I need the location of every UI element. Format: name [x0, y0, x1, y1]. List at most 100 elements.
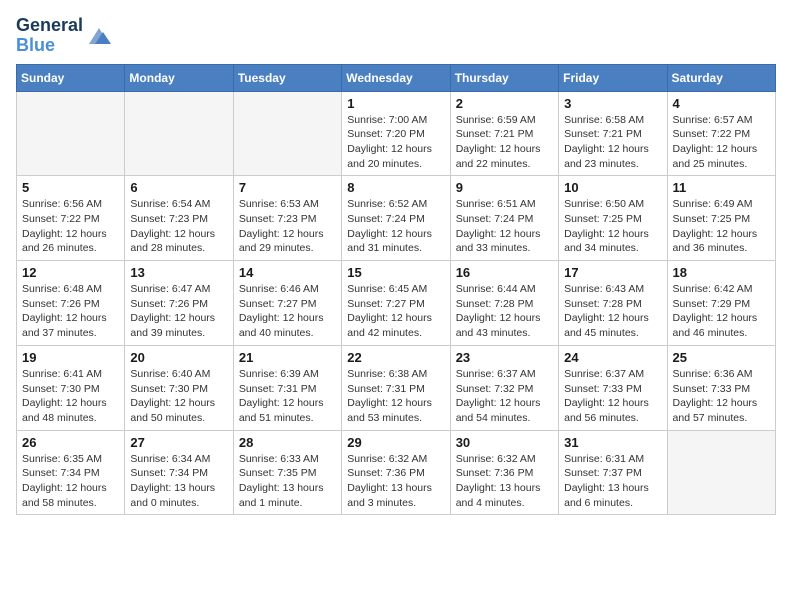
day-number: 16	[456, 265, 553, 280]
calendar-cell	[233, 91, 341, 176]
day-info: Sunrise: 6:33 AM Sunset: 7:35 PM Dayligh…	[239, 452, 336, 511]
day-number: 13	[130, 265, 227, 280]
day-number: 22	[347, 350, 444, 365]
day-number: 10	[564, 180, 661, 195]
day-info: Sunrise: 6:50 AM Sunset: 7:25 PM Dayligh…	[564, 197, 661, 256]
day-info: Sunrise: 6:36 AM Sunset: 7:33 PM Dayligh…	[673, 367, 770, 426]
day-number: 4	[673, 96, 770, 111]
calendar-cell: 7Sunrise: 6:53 AM Sunset: 7:23 PM Daylig…	[233, 176, 341, 261]
day-number: 15	[347, 265, 444, 280]
day-number: 6	[130, 180, 227, 195]
day-info: Sunrise: 6:32 AM Sunset: 7:36 PM Dayligh…	[456, 452, 553, 511]
calendar-cell: 3Sunrise: 6:58 AM Sunset: 7:21 PM Daylig…	[559, 91, 667, 176]
calendar-cell: 31 Sunrise: 6:31 AM Sunset: 7:37 PM Dayli…	[559, 430, 667, 515]
calendar-cell: 19Sunrise: 6:41 AM Sunset: 7:30 PM Dayli…	[17, 345, 125, 430]
calendar-cell: 21 Sunrise: 6:39 AM Sunset: 7:31 PM Dayli…	[233, 345, 341, 430]
day-info: Sunrise: 6:44 AM Sunset: 7:28 PM Dayligh…	[456, 282, 553, 341]
calendar-cell: 4 Sunrise: 6:57 AM Sunset: 7:22 PM Daylig…	[667, 91, 775, 176]
calendar-cell: 5 Sunrise: 6:56 AM Sunset: 7:22 PM Daylig…	[17, 176, 125, 261]
calendar-week-row: 26Sunrise: 6:35 AM Sunset: 7:34 PM Dayli…	[17, 430, 776, 515]
day-info: Sunrise: 6:31 AM Sunset: 7:37 PM Dayligh…	[564, 452, 661, 511]
calendar-cell: 1Sunrise: 7:00 AM Sunset: 7:20 PM Daylig…	[342, 91, 450, 176]
day-of-week-header: Thursday	[450, 64, 558, 91]
day-number: 24	[564, 350, 661, 365]
day-number: 23	[456, 350, 553, 365]
day-info: Sunrise: 6:39 AM Sunset: 7:31 PM Dayligh…	[239, 367, 336, 426]
day-info: Sunrise: 6:42 AM Sunset: 7:29 PM Dayligh…	[673, 282, 770, 341]
logo: GeneralBlue	[16, 16, 113, 56]
page-header: GeneralBlue	[16, 16, 776, 56]
day-info: Sunrise: 6:37 AM Sunset: 7:33 PM Dayligh…	[564, 367, 661, 426]
day-info: Sunrise: 6:45 AM Sunset: 7:27 PM Dayligh…	[347, 282, 444, 341]
day-number: 8	[347, 180, 444, 195]
calendar-week-row: 19Sunrise: 6:41 AM Sunset: 7:30 PM Dayli…	[17, 345, 776, 430]
day-number: 5	[22, 180, 119, 195]
calendar-cell: 15 Sunrise: 6:45 AM Sunset: 7:27 PM Dayli…	[342, 261, 450, 346]
day-number: 11	[673, 180, 770, 195]
day-info: Sunrise: 6:58 AM Sunset: 7:21 PM Dayligh…	[564, 113, 661, 172]
day-number: 31	[564, 435, 661, 450]
day-info: Sunrise: 6:57 AM Sunset: 7:22 PM Dayligh…	[673, 113, 770, 172]
calendar-cell: 26Sunrise: 6:35 AM Sunset: 7:34 PM Dayli…	[17, 430, 125, 515]
calendar-cell: 23 Sunrise: 6:37 AM Sunset: 7:32 PM Dayli…	[450, 345, 558, 430]
day-of-week-header: Saturday	[667, 64, 775, 91]
calendar-cell: 25Sunrise: 6:36 AM Sunset: 7:33 PM Dayli…	[667, 345, 775, 430]
calendar-cell: 17 Sunrise: 6:43 AM Sunset: 7:28 PM Dayli…	[559, 261, 667, 346]
day-info: Sunrise: 6:56 AM Sunset: 7:22 PM Dayligh…	[22, 197, 119, 256]
logo-text: GeneralBlue	[16, 16, 83, 56]
calendar-cell: 24 Sunrise: 6:37 AM Sunset: 7:33 PM Dayli…	[559, 345, 667, 430]
calendar-cell: 9 Sunrise: 6:51 AM Sunset: 7:24 PM Daylig…	[450, 176, 558, 261]
calendar-cell	[17, 91, 125, 176]
calendar-cell	[667, 430, 775, 515]
day-info: Sunrise: 6:41 AM Sunset: 7:30 PM Dayligh…	[22, 367, 119, 426]
calendar-week-row: 12Sunrise: 6:48 AM Sunset: 7:26 PM Dayli…	[17, 261, 776, 346]
calendar-cell: 30 Sunrise: 6:32 AM Sunset: 7:36 PM Dayli…	[450, 430, 558, 515]
calendar-table: SundayMondayTuesdayWednesdayThursdayFrid…	[16, 64, 776, 516]
day-info: Sunrise: 6:51 AM Sunset: 7:24 PM Dayligh…	[456, 197, 553, 256]
day-number: 18	[673, 265, 770, 280]
calendar-cell: 6 Sunrise: 6:54 AM Sunset: 7:23 PM Daylig…	[125, 176, 233, 261]
day-number: 20	[130, 350, 227, 365]
calendar-cell: 18 Sunrise: 6:42 AM Sunset: 7:29 PM Dayli…	[667, 261, 775, 346]
day-number: 14	[239, 265, 336, 280]
day-number: 28	[239, 435, 336, 450]
day-of-week-header: Wednesday	[342, 64, 450, 91]
day-info: Sunrise: 6:54 AM Sunset: 7:23 PM Dayligh…	[130, 197, 227, 256]
calendar-cell: 16 Sunrise: 6:44 AM Sunset: 7:28 PM Dayli…	[450, 261, 558, 346]
logo-icon	[85, 24, 113, 48]
calendar-cell: 2 Sunrise: 6:59 AM Sunset: 7:21 PM Daylig…	[450, 91, 558, 176]
day-info: Sunrise: 6:40 AM Sunset: 7:30 PM Dayligh…	[130, 367, 227, 426]
day-number: 30	[456, 435, 553, 450]
day-number: 2	[456, 96, 553, 111]
day-info: Sunrise: 7:00 AM Sunset: 7:20 PM Dayligh…	[347, 113, 444, 172]
day-info: Sunrise: 6:59 AM Sunset: 7:21 PM Dayligh…	[456, 113, 553, 172]
day-number: 27	[130, 435, 227, 450]
day-number: 12	[22, 265, 119, 280]
day-info: Sunrise: 6:35 AM Sunset: 7:34 PM Dayligh…	[22, 452, 119, 511]
calendar-cell: 20 Sunrise: 6:40 AM Sunset: 7:30 PM Dayli…	[125, 345, 233, 430]
day-number: 9	[456, 180, 553, 195]
calendar-cell: 22Sunrise: 6:38 AM Sunset: 7:31 PM Dayli…	[342, 345, 450, 430]
day-info: Sunrise: 6:53 AM Sunset: 7:23 PM Dayligh…	[239, 197, 336, 256]
day-info: Sunrise: 6:49 AM Sunset: 7:25 PM Dayligh…	[673, 197, 770, 256]
calendar-cell: 14 Sunrise: 6:46 AM Sunset: 7:27 PM Dayli…	[233, 261, 341, 346]
calendar-cell: 29Sunrise: 6:32 AM Sunset: 7:36 PM Dayli…	[342, 430, 450, 515]
calendar-cell: 8Sunrise: 6:52 AM Sunset: 7:24 PM Daylig…	[342, 176, 450, 261]
day-info: Sunrise: 6:37 AM Sunset: 7:32 PM Dayligh…	[456, 367, 553, 426]
day-number: 17	[564, 265, 661, 280]
calendar-cell: 11 Sunrise: 6:49 AM Sunset: 7:25 PM Dayli…	[667, 176, 775, 261]
calendar-cell: 28 Sunrise: 6:33 AM Sunset: 7:35 PM Dayli…	[233, 430, 341, 515]
calendar-cell: 10 Sunrise: 6:50 AM Sunset: 7:25 PM Dayli…	[559, 176, 667, 261]
calendar-cell: 27Sunrise: 6:34 AM Sunset: 7:34 PM Dayli…	[125, 430, 233, 515]
calendar-week-row: 1Sunrise: 7:00 AM Sunset: 7:20 PM Daylig…	[17, 91, 776, 176]
day-number: 21	[239, 350, 336, 365]
day-of-week-header: Monday	[125, 64, 233, 91]
day-number: 29	[347, 435, 444, 450]
day-info: Sunrise: 6:47 AM Sunset: 7:26 PM Dayligh…	[130, 282, 227, 341]
day-of-week-header: Friday	[559, 64, 667, 91]
calendar-cell: 12Sunrise: 6:48 AM Sunset: 7:26 PM Dayli…	[17, 261, 125, 346]
calendar-week-row: 5 Sunrise: 6:56 AM Sunset: 7:22 PM Daylig…	[17, 176, 776, 261]
day-info: Sunrise: 6:46 AM Sunset: 7:27 PM Dayligh…	[239, 282, 336, 341]
day-info: Sunrise: 6:43 AM Sunset: 7:28 PM Dayligh…	[564, 282, 661, 341]
day-of-week-header: Tuesday	[233, 64, 341, 91]
